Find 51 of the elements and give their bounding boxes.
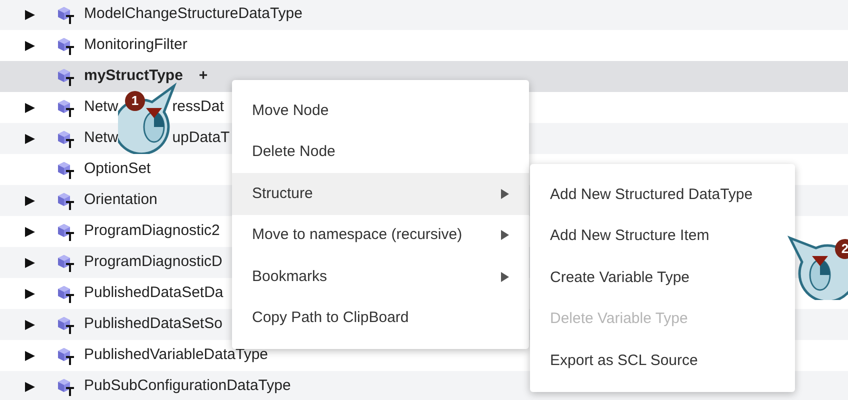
cube-icon xyxy=(56,254,76,272)
cube-icon xyxy=(56,36,76,54)
node-label[interactable]: ProgramDiagnostic2 xyxy=(84,220,220,243)
node-label[interactable]: Orientation xyxy=(84,189,158,212)
expand-arrow-icon[interactable] xyxy=(24,318,36,330)
node-label[interactable]: PublishedVariableDataType xyxy=(84,344,268,367)
node-label[interactable]: Netw xyxy=(84,127,118,150)
menu-item[interactable]: Add New Structured DataType xyxy=(530,174,795,216)
step-number: 2 xyxy=(835,239,848,259)
menu-item[interactable]: Create Variable Type xyxy=(530,257,795,298)
node-label[interactable]: OptionSet xyxy=(84,158,151,181)
node-label[interactable]: ressDat xyxy=(172,96,224,119)
cube-icon xyxy=(56,160,76,178)
menu-item[interactable]: Add New Structure Item xyxy=(530,216,795,257)
expand-arrow-icon[interactable] xyxy=(24,102,36,114)
node-label[interactable]: upDataT xyxy=(172,127,230,150)
cube-icon xyxy=(56,98,76,116)
menu-item[interactable]: Export as SCL Source xyxy=(530,340,795,382)
menu-item[interactable]: Copy Path to ClipBoard xyxy=(232,298,529,339)
node-label[interactable]: ModelChangeStructureDataType xyxy=(84,3,302,26)
expand-arrow-icon[interactable] xyxy=(24,380,36,392)
menu-item[interactable]: Move to namespace (recursive) xyxy=(232,214,529,256)
node-label[interactable]: ProgramDiagnosticD xyxy=(84,251,222,274)
cube-icon xyxy=(56,130,76,148)
expand-arrow-icon[interactable] xyxy=(24,194,36,206)
cube-icon xyxy=(56,6,76,24)
node-label[interactable]: PublishedDataSetDa xyxy=(84,282,224,305)
expand-arrow-icon[interactable] xyxy=(24,132,36,144)
add-button[interactable]: + xyxy=(198,65,208,88)
menu-item[interactable]: Bookmarks xyxy=(232,256,529,298)
node-label[interactable]: PublishedDataSetSo xyxy=(84,313,222,336)
menu-item[interactable]: Delete Node xyxy=(232,132,529,173)
menu-item[interactable]: Move Node xyxy=(232,90,529,132)
expand-arrow-icon[interactable] xyxy=(24,350,36,362)
cube-icon xyxy=(56,346,76,364)
node-label[interactable]: Netw xyxy=(84,96,118,119)
cube-icon xyxy=(56,284,76,302)
expand-arrow-icon[interactable] xyxy=(24,226,36,238)
cube-icon xyxy=(56,68,76,86)
cube-icon xyxy=(56,192,76,210)
node-label[interactable]: MonitoringFilter xyxy=(84,34,188,57)
cube-icon xyxy=(56,378,76,396)
cube-icon xyxy=(56,222,76,240)
node-label[interactable]: PubSubConfigurationDataType xyxy=(84,375,291,398)
cube-icon xyxy=(56,316,76,334)
node-label[interactable]: myStructType xyxy=(84,65,183,88)
expand-arrow-icon[interactable] xyxy=(24,8,36,20)
expand-arrow-icon[interactable] xyxy=(24,256,36,268)
expand-arrow-icon[interactable] xyxy=(24,288,36,300)
menu-item[interactable]: Structure xyxy=(232,173,529,214)
expand-arrow-icon[interactable] xyxy=(24,40,36,52)
